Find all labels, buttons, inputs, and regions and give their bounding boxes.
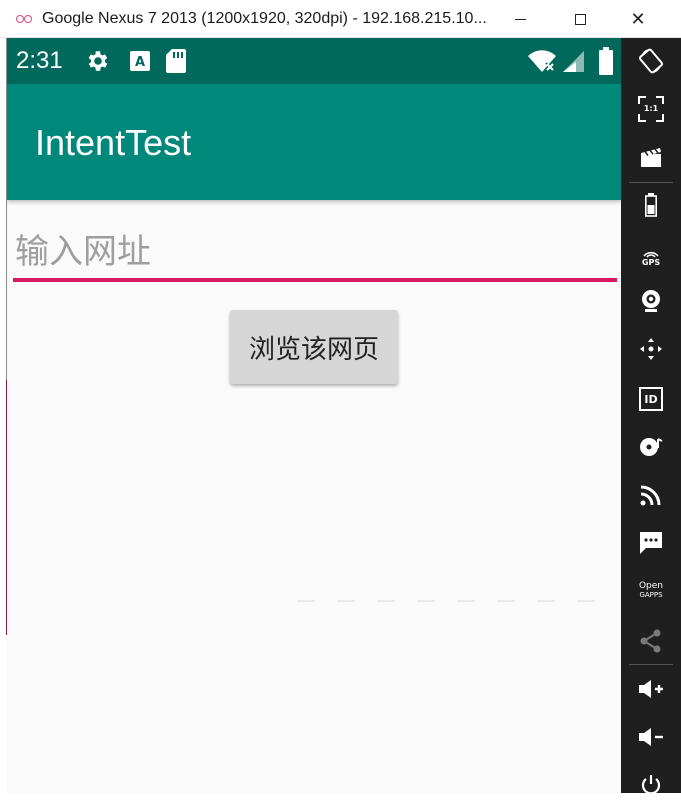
media-button[interactable] (621, 424, 681, 470)
media-icon (640, 438, 663, 456)
open-gapps-button[interactable]: Open GAPPS (621, 568, 681, 614)
emulator-window: Google Nexus 7 2013 (1200x1920, 320dpi) … (0, 0, 681, 795)
settings-icon (85, 48, 111, 74)
svg-text:A: A (135, 55, 145, 70)
sd-card-icon (165, 48, 187, 74)
close-button[interactable]: ✕ (615, 0, 661, 38)
rotate-icon (639, 48, 663, 74)
app-bar: IntentTest (7, 84, 621, 200)
power-button[interactable] (621, 762, 681, 808)
network-button[interactable] (621, 472, 681, 518)
device-screen: 2:31 A IntentTest 输入网址 浏览该网页 (7, 38, 621, 793)
camera-button[interactable] (621, 278, 681, 324)
share-button[interactable] (621, 618, 681, 664)
volume-up-button[interactable] (621, 666, 681, 712)
status-time: 2:31 (16, 47, 63, 74)
camera-icon (642, 290, 660, 312)
status-right-icons (527, 38, 621, 84)
status-bar: 2:31 A (7, 38, 621, 84)
open-gapps-icon: Open GAPPS (638, 581, 664, 600)
dpad-button[interactable] (621, 326, 681, 372)
minimize-icon (514, 18, 526, 20)
toolbar-separator (629, 664, 673, 665)
sms-button[interactable] (621, 520, 681, 566)
battery-button[interactable] (621, 182, 681, 228)
battery-icon (599, 47, 613, 75)
gps-button[interactable]: GPS (621, 234, 681, 280)
background-window-edge (0, 38, 8, 635)
signal-icon (561, 49, 585, 73)
maximize-button[interactable] (557, 0, 603, 38)
volume-down-button[interactable] (621, 714, 681, 760)
volume-down-icon (639, 728, 663, 746)
gps-label: GPS (641, 257, 661, 267)
fullscreen-1to1-icon: 1:1 (638, 96, 664, 122)
render-artifact (297, 600, 617, 602)
sms-icon (640, 532, 662, 554)
device-id-button[interactable]: ID (621, 376, 681, 422)
device-id-icon: ID (639, 387, 663, 411)
share-icon (640, 629, 661, 653)
screen-record-icon (641, 148, 661, 167)
wifi-off-icon (527, 48, 557, 74)
battery-icon (645, 193, 657, 217)
move-dpad-icon (640, 338, 662, 360)
rotate-button[interactable] (621, 38, 681, 84)
close-icon: ✕ (630, 8, 646, 30)
keyboard-a-icon: A (129, 50, 151, 72)
window-title-bar: Google Nexus 7 2013 (1200x1920, 320dpi) … (0, 0, 681, 38)
screencast-button[interactable] (621, 134, 681, 180)
minimize-button[interactable] (497, 0, 543, 38)
maximize-icon (574, 13, 586, 25)
window-title: Google Nexus 7 2013 (1200x1920, 320dpi) … (42, 9, 487, 27)
url-input[interactable] (13, 226, 617, 282)
app-title: IntentTest (35, 122, 192, 163)
emulator-toolbar: 1:1 GPS ID Open GAPPS (621, 38, 681, 795)
gps-icon (643, 251, 659, 258)
genymotion-logo-icon (16, 12, 36, 26)
volume-up-icon (639, 680, 663, 698)
rss-icon (640, 485, 661, 506)
pixel-perfect-button[interactable]: 1:1 (621, 86, 681, 132)
browse-webpage-button[interactable]: 浏览该网页 (230, 310, 398, 384)
